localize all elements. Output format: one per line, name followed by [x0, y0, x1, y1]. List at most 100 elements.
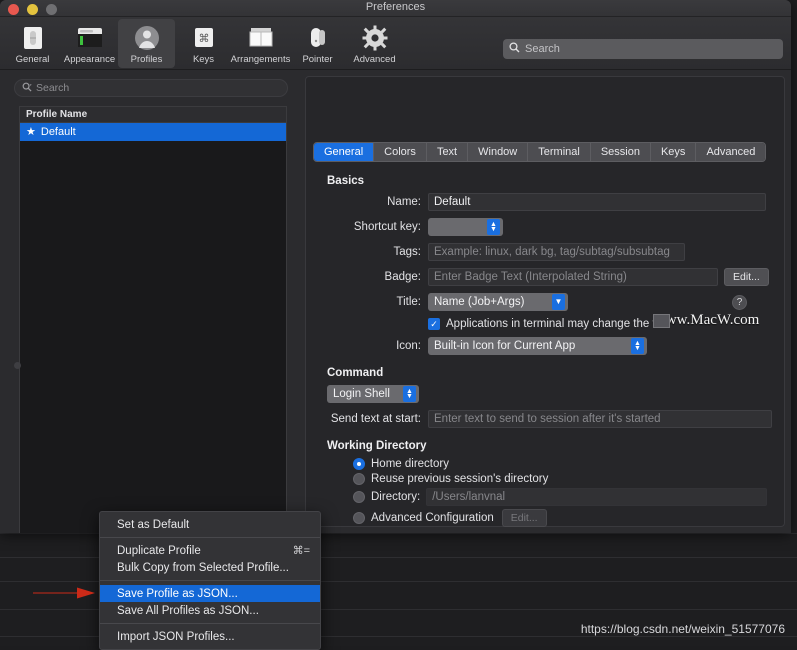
advanced-config-edit-button[interactable]: Edit...: [502, 509, 547, 527]
radio-home-directory[interactable]: [353, 458, 365, 470]
menu-item-import-json-profiles[interactable]: Import JSON Profiles...: [100, 628, 320, 645]
icon-popup[interactable]: Built-in Icon for Current App ▲▼: [428, 337, 647, 355]
field-row-icon: Icon: Built-in Icon for Current App ▲▼: [313, 337, 791, 355]
menu-item-save-profile-as-json[interactable]: Save Profile as JSON...: [100, 585, 320, 602]
menu-item-set-as-default[interactable]: Set as Default: [100, 516, 320, 533]
tab-keys[interactable]: Keys: [651, 143, 696, 161]
chevron-down-icon: ▼: [552, 294, 565, 310]
field-row-tags: Tags: Example: linux, dark bg, tag/subta…: [313, 243, 791, 261]
tab-colors[interactable]: Colors: [374, 143, 427, 161]
svg-text:⌘: ⌘: [198, 32, 209, 45]
home-directory-label: Home directory: [371, 458, 449, 470]
field-row-name: Name: Default: [313, 193, 791, 211]
profile-search-placeholder: Search: [36, 82, 69, 94]
general-icon: [21, 23, 45, 53]
menu-item-label: Duplicate Profile: [117, 545, 201, 557]
default-star-icon: ★: [26, 127, 36, 138]
toolbar-item-label: Appearance: [64, 54, 115, 65]
toolbar-search-placeholder: Search: [525, 43, 560, 55]
sidebar-resize-handle[interactable]: [14, 362, 21, 369]
profile-tabs: General Colors Text Window Terminal Sess…: [313, 142, 766, 162]
column-header-profile-name: Profile Name: [26, 109, 87, 120]
tab-advanced[interactable]: Advanced: [696, 143, 765, 161]
section-heading-basics: Basics: [327, 175, 791, 187]
keys-icon: ⌘: [193, 23, 215, 53]
toolbar-item-pointer[interactable]: Pointer: [289, 19, 346, 68]
radio-directory[interactable]: [353, 491, 365, 503]
menu-separator: [100, 623, 320, 624]
app-change-title-label: Applications in terminal may change the …: [446, 318, 670, 330]
other-actions-menu: Set as Default Duplicate Profile ⌘= Bulk…: [99, 511, 321, 650]
profiles-icon: [134, 23, 160, 53]
reuse-previous-label: Reuse previous session's directory: [371, 473, 548, 485]
watermark-macw: www.MacW.com: [655, 312, 759, 329]
title-help-button[interactable]: ?: [732, 295, 747, 310]
menu-separator: [100, 580, 320, 581]
tab-terminal[interactable]: Terminal: [528, 143, 591, 161]
shortcut-key-label: Shortcut key:: [313, 221, 428, 233]
tab-session[interactable]: Session: [591, 143, 651, 161]
directory-input[interactable]: /Users/lanvnal: [426, 488, 767, 506]
toolbar-item-label: Pointer: [302, 54, 332, 65]
shortcut-key-popup[interactable]: ▲▼: [428, 218, 503, 236]
watermark-blog-url: https://blog.csdn.net/weixin_51577076: [581, 622, 785, 636]
toolbar-item-label: Advanced: [353, 54, 395, 65]
section-heading-command: Command: [327, 367, 791, 379]
menu-item-duplicate-profile[interactable]: Duplicate Profile ⌘=: [100, 542, 320, 559]
toolbar-item-advanced[interactable]: Advanced: [346, 19, 403, 68]
name-label: Name:: [313, 196, 428, 208]
app-change-title-checkbox[interactable]: ✓: [428, 318, 440, 330]
field-row-badge: Badge: Enter Badge Text (Interpolated St…: [313, 268, 791, 286]
profile-name-label: Default: [41, 126, 76, 138]
field-row-shell: Login Shell ▲▼: [313, 385, 791, 403]
title-popup[interactable]: Name (Job+Args) ▼: [428, 293, 568, 311]
radio-advanced-configuration[interactable]: [353, 512, 365, 524]
toolbar-item-keys[interactable]: ⌘ Keys: [175, 19, 232, 68]
general-tab-form: Basics Name: Default Shortcut key: ▲▼ Ta…: [313, 175, 791, 533]
option-row-directory: Directory: /Users/lanvnal: [313, 488, 791, 506]
toolbar-search-field[interactable]: Search: [503, 39, 783, 59]
stepper-arrows-icon: ▲▼: [487, 219, 500, 235]
tab-window[interactable]: Window: [468, 143, 528, 161]
option-row-advanced-config: Advanced Configuration Edit...: [313, 509, 791, 527]
field-row-shortcut-key: Shortcut key: ▲▼: [313, 218, 791, 236]
icon-label: Icon:: [313, 340, 428, 352]
section-heading-working-directory: Working Directory: [327, 440, 791, 452]
toolbar-item-general[interactable]: General: [4, 19, 61, 68]
profile-search-input[interactable]: Search: [14, 79, 288, 97]
icon-value: Built-in Icon for Current App: [434, 340, 575, 352]
shell-popup[interactable]: Login Shell ▲▼: [327, 385, 419, 403]
title-label: Title:: [313, 296, 428, 308]
send-text-input[interactable]: Enter text to send to session after it's…: [428, 410, 772, 428]
preferences-content: Search Profile Name ★ Default Tags > + −: [0, 70, 791, 533]
preferences-toolbar: General Appearance: [0, 17, 791, 70]
watermark-cursor-box: [653, 314, 670, 328]
preferences-window: Preferences General: [0, 0, 791, 533]
pointer-icon: [306, 23, 330, 53]
stepper-arrows-icon: ▲▼: [403, 386, 416, 402]
radio-reuse-previous-directory[interactable]: [353, 473, 365, 485]
badge-input[interactable]: Enter Badge Text (Interpolated String): [428, 268, 718, 286]
profiles-sidebar: Search Profile Name ★ Default Tags > + −: [0, 70, 301, 533]
profile-list-item-default[interactable]: ★ Default: [20, 123, 286, 141]
tab-text[interactable]: Text: [427, 143, 468, 161]
toolbar-item-profiles[interactable]: Profiles: [118, 19, 175, 68]
field-row-title: Title: Name (Job+Args) ▼ ?: [313, 293, 791, 311]
advanced-configuration-label: Advanced Configuration: [371, 512, 494, 524]
name-input[interactable]: Default: [428, 193, 766, 211]
profile-list[interactable]: Profile Name ★ Default: [19, 106, 287, 533]
menu-item-save-all-profiles-as-json[interactable]: Save All Profiles as JSON...: [100, 602, 320, 619]
menu-item-bulk-copy[interactable]: Bulk Copy from Selected Profile...: [100, 559, 320, 576]
badge-edit-button[interactable]: Edit...: [724, 268, 769, 286]
toolbar-item-label: Keys: [193, 54, 214, 65]
tags-label: Tags:: [313, 246, 428, 258]
search-icon: [509, 40, 520, 58]
shell-value: Login Shell: [333, 388, 390, 400]
tab-general[interactable]: General: [314, 143, 374, 161]
window-title: Preferences: [0, 1, 791, 13]
window-titlebar: Preferences: [0, 0, 791, 17]
title-value: Name (Job+Args): [434, 296, 524, 308]
tags-input[interactable]: Example: linux, dark bg, tag/subtag/subs…: [428, 243, 685, 261]
toolbar-item-appearance[interactable]: Appearance: [61, 19, 118, 68]
toolbar-item-arrangements[interactable]: Arrangements: [232, 19, 289, 68]
